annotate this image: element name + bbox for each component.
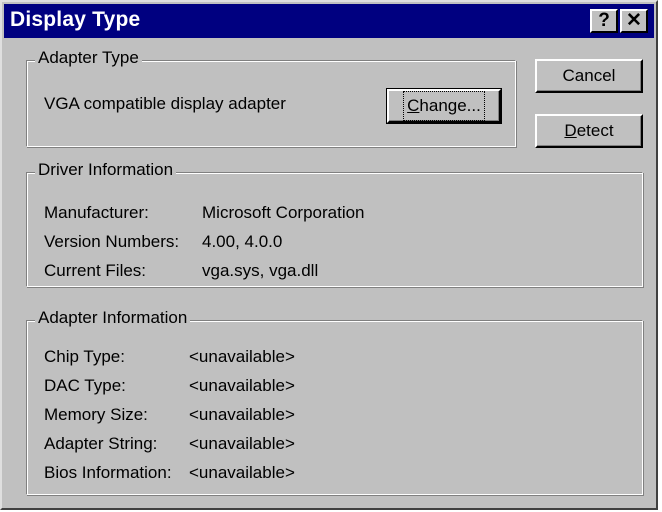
memory-size-label: Memory Size: — [44, 405, 148, 424]
window-title: Display Type — [10, 8, 141, 31]
driver-information-legend: Driver Information — [35, 160, 177, 180]
close-button[interactable]: ✕ — [620, 9, 648, 33]
adapter-information-group: Adapter Information Chip Type: <unavaila… — [26, 308, 643, 495]
current-files-label: Current Files: — [44, 261, 147, 280]
chip-type-value: <unavailable> — [189, 347, 295, 366]
bios-information-label: Bios Information: — [44, 463, 172, 482]
current-files-value: vga.sys, vga.dll — [202, 261, 319, 280]
change-mnemonic: C — [407, 96, 420, 115]
version-numbers-label: Version Numbers: — [44, 232, 180, 251]
cancel-button[interactable]: Cancel — [535, 59, 643, 93]
detect-mnemonic: D — [564, 121, 577, 140]
dac-type-label: DAC Type: — [44, 376, 126, 395]
chip-type-label: Chip Type: — [44, 347, 125, 366]
manufacturer-value: Microsoft Corporation — [202, 203, 365, 222]
adapter-type-legend: Adapter Type — [35, 48, 142, 68]
display-type-dialog: Display Type ? ✕ Adapter Type VGA compat… — [0, 0, 658, 510]
close-icon: ✕ — [626, 10, 642, 31]
dac-type-value: <unavailable> — [189, 376, 295, 395]
adapter-type-group: Adapter Type VGA compatible display adap… — [26, 48, 516, 147]
bios-information-value: <unavailable> — [189, 463, 295, 482]
change-button[interactable]: Change... — [386, 88, 502, 124]
version-numbers-value: 4.00, 4.0.0 — [202, 232, 283, 251]
cancel-label: Cancel — [562, 66, 616, 85]
adapter-string-value: <unavailable> — [189, 434, 295, 453]
adapter-string-label: Adapter String: — [44, 434, 158, 453]
driver-information-group: Driver Information Manufacturer: Microso… — [26, 160, 643, 287]
detect-button[interactable]: Detect — [535, 114, 643, 148]
change-label: hange... — [419, 96, 481, 115]
title-bar[interactable]: Display Type ? ✕ — [4, 4, 654, 38]
help-button[interactable]: ? — [590, 9, 618, 33]
memory-size-value: <unavailable> — [189, 405, 295, 424]
adapter-type-value: VGA compatible display adapter — [44, 94, 286, 113]
adapter-information-legend: Adapter Information — [35, 308, 191, 328]
manufacturer-label: Manufacturer: — [44, 203, 149, 222]
change-button-focus: Change... — [403, 91, 485, 121]
detect-label: etect — [576, 121, 614, 140]
